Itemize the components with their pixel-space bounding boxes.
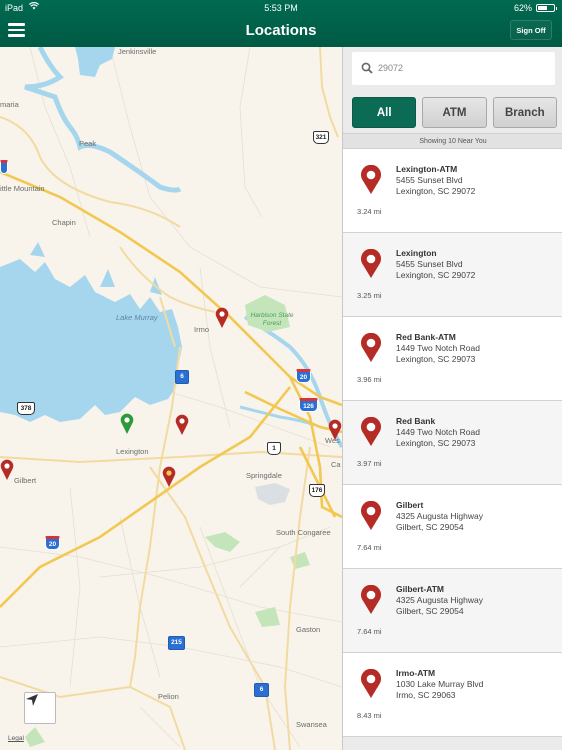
forest-label: Harbison State Forest [250,312,294,327]
location-distance: 7.64 mi [357,627,382,636]
location-list-item[interactable]: 3.96 mi Red Bank-ATM 1449 Two Notch Road… [343,317,562,401]
lake-label: Lake Murray [116,313,158,322]
location-list-item[interactable]: 3.25 mi Lexington 5455 Sunset Blvd Lexin… [343,233,562,317]
location-address-line2: Lexington, SC 29073 [396,438,476,448]
location-list-item[interactable]: 3.24 mi Lexington-ATM 5455 Sunset Blvd L… [343,149,562,233]
location-address-line2: Lexington, SC 29072 [396,270,476,280]
location-name: Red Bank-ATM [396,332,456,342]
map-place-label: Jenkinsville [118,47,157,56]
location-pin-icon [361,333,381,362]
search-box[interactable] [352,52,555,85]
search-icon [361,62,373,74]
map-place-label: Peak [79,139,97,148]
filter-segment: All ATM Branch [352,97,557,128]
battery-icon [536,4,557,12]
location-address-line2: Irmo, SC 29063 [396,690,456,700]
map-place-label: Pelion [158,692,179,701]
map-place-label: Lexington [116,447,149,456]
us-route-shield: 1 [267,442,281,455]
location-address-line1: 4325 Augusta Highway [396,595,483,605]
location-pin-icon [361,669,381,698]
clock: 5:53 PM [264,3,298,13]
map-place-label: Ca [331,460,341,469]
location-distance: 3.97 mi [357,459,382,468]
location-address-line1: 1030 Lake Murray Blvd [396,679,484,689]
results-count: Showing 10 Near You [343,133,562,149]
location-arrow-icon [26,694,38,706]
location-address-line2: Lexington, SC 29073 [396,354,476,364]
us-route-shield: 176 [309,484,325,497]
sign-off-button[interactable]: Sign Off [510,20,552,40]
location-distance: 3.24 mi [357,207,382,216]
location-address-line1: 5455 Sunset Blvd [396,175,463,185]
location-name: Lexington [396,248,437,258]
location-address-line1: 4325 Augusta Highway [396,511,483,521]
location-name: Lexington-ATM [396,164,458,174]
battery-percent: 62% [513,3,532,13]
page-title: Locations [245,22,317,39]
location-distance: 8.43 mi [357,711,382,720]
location-list-item[interactable]: 7.64 mi Gilbert 4325 Augusta Highway Gil… [343,485,562,569]
map-place-label: Irmo [194,325,209,334]
location-address-line2: Gilbert, SC 29054 [396,606,464,616]
current-location-button[interactable] [24,692,56,724]
locations-list[interactable]: 3.24 mi Lexington-ATM 5455 Sunset Blvd L… [343,149,562,737]
map-place-label: ittle Mountain [0,184,45,193]
location-pin-icon [361,501,381,530]
status-bar: iPad 5:53 PM 62% [0,0,562,16]
locations-panel: All ATM Branch Showing 10 Near You 3.24 … [342,47,562,750]
map-place-label: Gilbert [14,476,37,485]
location-pin-icon [361,585,381,614]
state-route-shield: 215 [168,636,185,650]
map-pin-gilbert[interactable] [0,459,14,481]
location-address-line2: Lexington, SC 29072 [396,186,476,196]
map-pin-selected[interactable] [120,413,134,435]
map-pin-lexington[interactable] [175,414,189,436]
location-distance: 7.64 mi [357,543,382,552]
map-view[interactable]: Jenkinsville maria Peak ittle Mountain C… [0,47,342,750]
legal-link[interactable]: Legal [8,735,24,742]
us-route-shield: 378 [17,402,35,415]
location-pin-icon [361,249,381,278]
map-place-label: maria [0,100,19,109]
map-pin-west-columbia[interactable] [328,419,342,441]
location-address-line1: 5455 Sunset Blvd [396,259,463,269]
location-name: Irmo-ATM [396,668,436,678]
interstate-shield: 126 [299,398,318,412]
map-place-label: South Congaree [276,528,331,537]
map-place-label: Swansea [296,720,327,729]
location-name: Red Bank [396,416,436,426]
interstate-shield: 20 [296,369,311,383]
map-pin-red-bank[interactable] [162,466,176,488]
state-route-shield: 6 [254,683,269,697]
location-name: Gilbert [396,500,424,510]
location-pin-icon [361,165,381,194]
zip-search-input[interactable] [378,58,548,78]
app-header: iPad 5:53 PM 62% Locations Sign Off [0,0,562,47]
filter-atm-button[interactable]: ATM [422,97,487,128]
interstate-shield: 26 [0,160,8,174]
filter-all-button[interactable]: All [352,97,417,128]
map-pin-irmo[interactable] [215,307,229,329]
location-address-line1: 1449 Two Notch Road [396,427,480,437]
location-list-item[interactable]: 3.97 mi Red Bank 1449 Two Notch Road Lex… [343,401,562,485]
map-place-label: Chapin [52,218,76,227]
map-place-label: Springdale [246,471,282,480]
location-distance: 3.25 mi [357,291,382,300]
location-list-item[interactable]: 7.64 mi Gilbert-ATM 4325 Augusta Highway… [343,569,562,653]
location-pin-icon [361,417,381,446]
location-address-line1: 1449 Two Notch Road [396,343,480,353]
location-distance: 3.96 mi [357,375,382,384]
interstate-shield: 20 [45,536,60,550]
us-route-shield: 321 [313,131,329,144]
location-list-item[interactable]: 8.43 mi Irmo-ATM 1030 Lake Murray Blvd I… [343,653,562,737]
filter-branch-button[interactable]: Branch [492,97,557,128]
map-place-label: Gaston [296,625,321,634]
location-address-line2: Gilbert, SC 29054 [396,522,464,532]
location-name: Gilbert-ATM [396,584,445,594]
state-route-shield: 6 [175,370,189,384]
